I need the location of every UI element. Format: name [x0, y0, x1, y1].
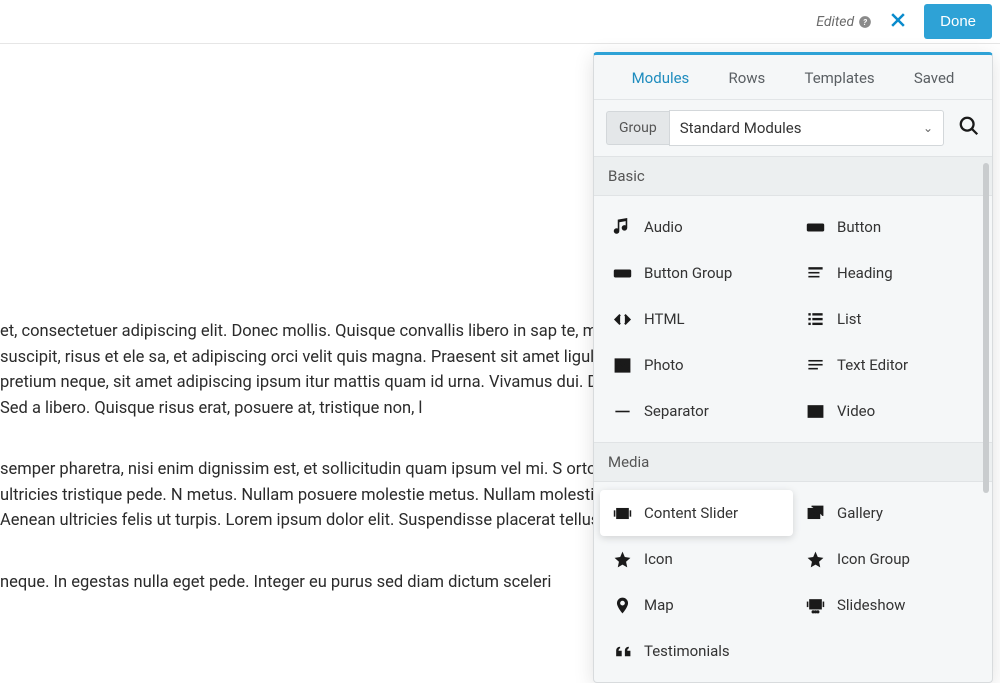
module-label: Button Group [644, 264, 732, 282]
module-audio[interactable]: Audio [600, 204, 793, 250]
module-label: Gallery [837, 504, 883, 522]
module-label: Icon Group [837, 550, 910, 568]
section-basic-header: Basic [594, 156, 992, 196]
module-testimonials[interactable]: Testimonials [600, 628, 793, 674]
section-media-header: Media [594, 442, 992, 482]
module-label: Testimonials [644, 642, 730, 660]
module-label: Map [644, 596, 674, 614]
button-icon [805, 217, 825, 237]
module-gallery[interactable]: Gallery [793, 490, 986, 536]
search-icon [958, 115, 980, 137]
edited-label: Edited [816, 14, 854, 30]
quote-icon [612, 641, 632, 661]
module-label: List [837, 310, 861, 328]
audio-icon [612, 217, 632, 237]
heading-icon [805, 263, 825, 283]
done-button[interactable]: Done [924, 4, 992, 39]
list-icon [805, 309, 825, 329]
section-media-grid: Content Slider Gallery Icon Icon Group M… [594, 482, 992, 682]
video-icon [805, 401, 825, 421]
module-label: Button [837, 218, 881, 236]
photo-icon [612, 355, 632, 375]
section-basic-grid: Audio Button Button Group Heading HTML L… [594, 196, 992, 442]
module-label: Text Editor [837, 356, 908, 374]
tab-rows[interactable]: Rows [728, 69, 765, 87]
edited-status: Edited ? [816, 14, 872, 30]
star-icon [805, 549, 825, 569]
close-icon [888, 10, 908, 30]
module-label: Slideshow [837, 596, 905, 614]
slideshow-icon [805, 595, 825, 615]
module-slideshow[interactable]: Slideshow [793, 582, 986, 628]
tab-templates[interactable]: Templates [804, 69, 874, 87]
group-select[interactable]: Standard Modules ⌄ [669, 110, 944, 146]
content-slider-icon [612, 503, 632, 523]
module-video[interactable]: Video [793, 388, 986, 434]
module-content-slider[interactable]: Content Slider [600, 490, 793, 536]
chevron-down-icon: ⌄ [923, 121, 933, 135]
group-label: Group [606, 111, 669, 145]
module-map[interactable]: Map [600, 582, 793, 628]
module-icon[interactable]: Icon [600, 536, 793, 582]
module-heading[interactable]: Heading [793, 250, 986, 296]
gallery-icon [805, 503, 825, 523]
search-button[interactable] [958, 115, 980, 141]
module-label: Video [837, 402, 875, 420]
module-button[interactable]: Button [793, 204, 986, 250]
star-icon [612, 549, 632, 569]
module-photo[interactable]: Photo [600, 342, 793, 388]
button-group-icon [612, 263, 632, 283]
module-label: Audio [644, 218, 683, 236]
module-list[interactable]: List [793, 296, 986, 342]
module-icon-group[interactable]: Icon Group [793, 536, 986, 582]
module-text-editor[interactable]: Text Editor [793, 342, 986, 388]
group-value: Standard Modules [680, 119, 802, 137]
map-pin-icon [612, 595, 632, 615]
group-row: Group Standard Modules ⌄ [594, 100, 992, 156]
close-button[interactable] [882, 10, 914, 34]
modules-panel: Modules Rows Templates Saved Group Stand… [593, 52, 993, 683]
module-separator[interactable]: Separator [600, 388, 793, 434]
module-button-group[interactable]: Button Group [600, 250, 793, 296]
module-label: Separator [644, 402, 709, 420]
panel-tabs: Modules Rows Templates Saved [594, 55, 992, 100]
scrollbar[interactable] [983, 163, 989, 493]
module-label: Photo [644, 356, 684, 374]
tab-saved[interactable]: Saved [914, 69, 955, 87]
tab-modules[interactable]: Modules [632, 69, 690, 87]
html-icon [612, 309, 632, 329]
module-html[interactable]: HTML [600, 296, 793, 342]
text-editor-icon [805, 355, 825, 375]
module-label: Content Slider [644, 504, 738, 522]
module-label: HTML [644, 310, 685, 328]
module-label: Icon [644, 550, 673, 568]
topbar: Edited ? Done [0, 0, 1000, 44]
separator-icon [612, 401, 632, 421]
help-icon[interactable]: ? [858, 15, 872, 29]
module-label: Heading [837, 264, 893, 282]
